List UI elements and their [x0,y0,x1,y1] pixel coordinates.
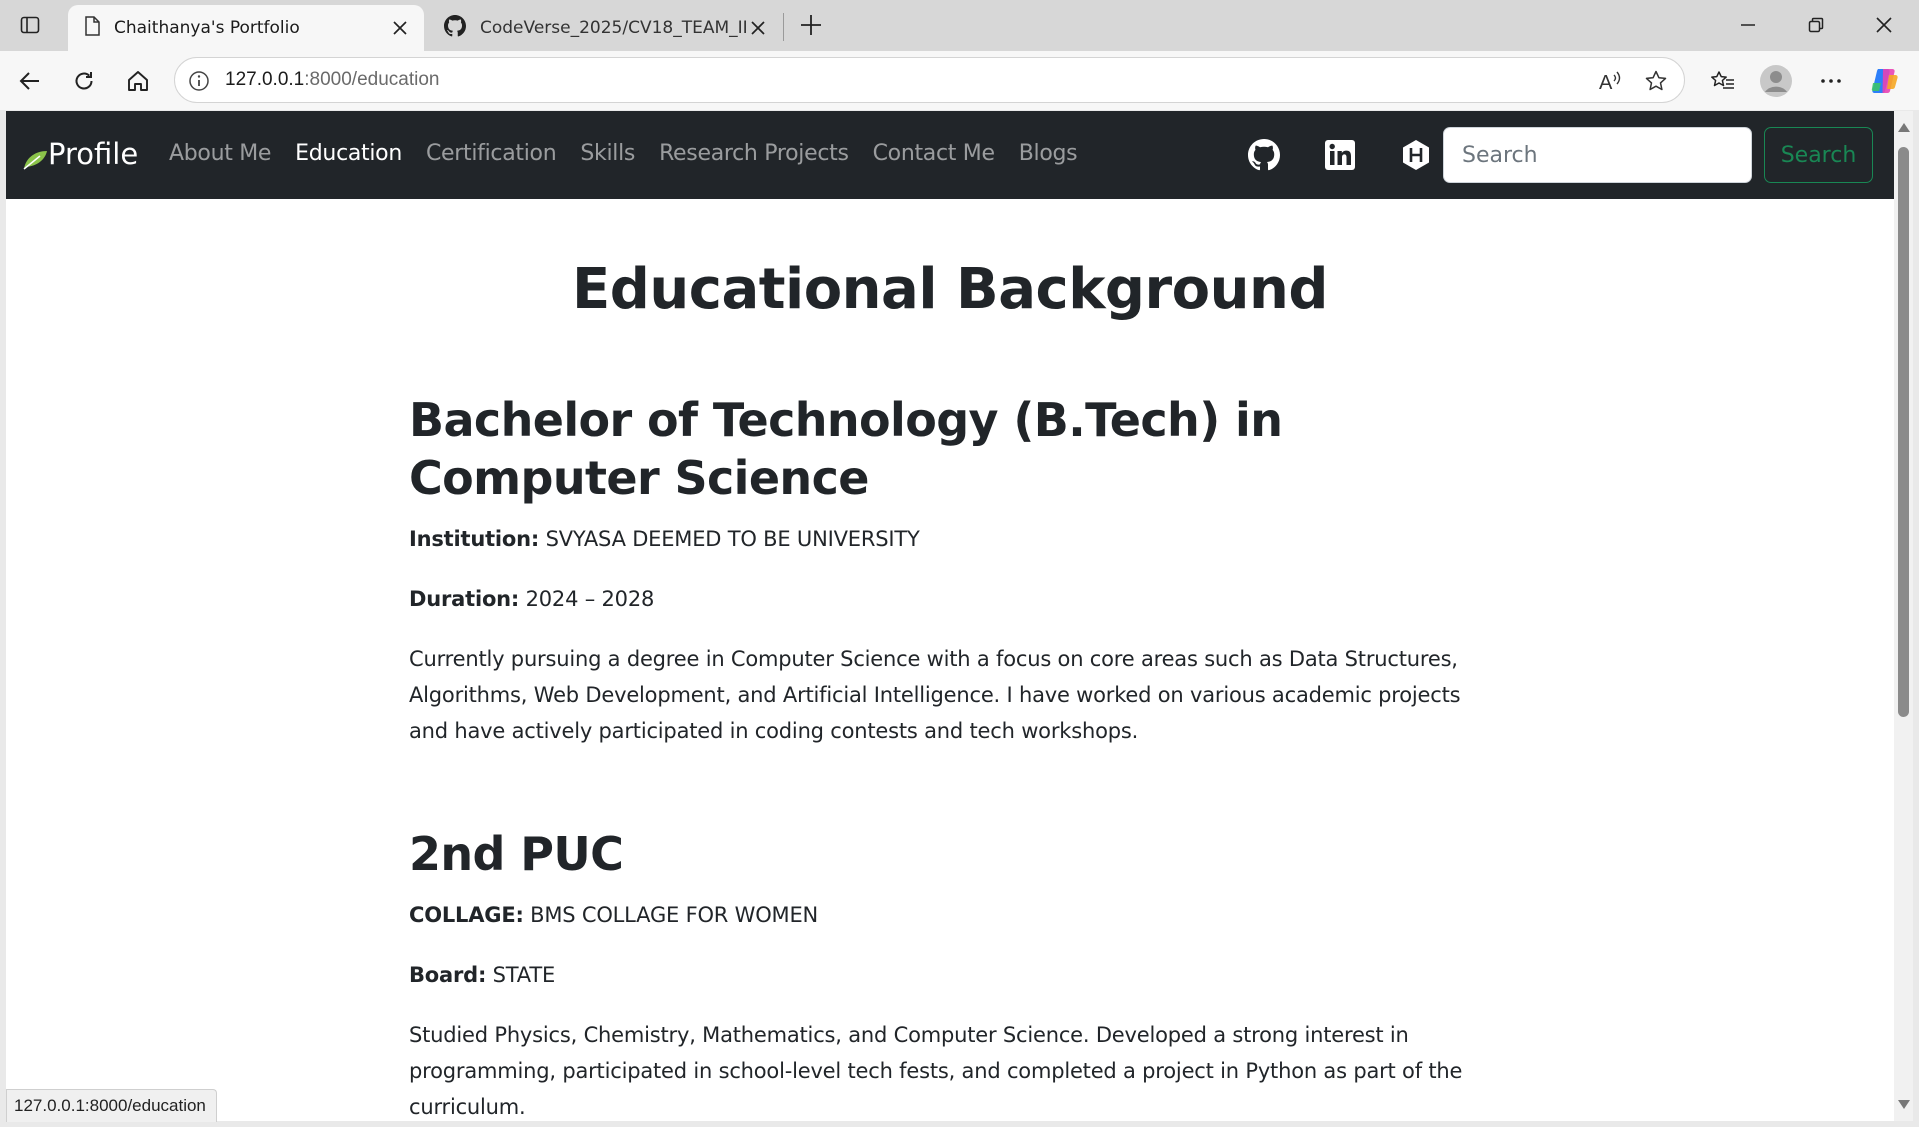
site-info-icon[interactable] [185,67,213,95]
page-icon [84,15,100,41]
education-entry-puc: 2nd PUC COLLAGE: BMS COLLAGE FOR WOMEN B… [409,825,1499,1121]
nav-research-projects[interactable]: Research Projects [659,141,849,166]
address-bar[interactable]: 127.0.0.1:8000/education A [174,57,1685,103]
education-field: Institution: SVYASA DEEMED TO BE UNIVERS… [409,521,1499,557]
brand-logo[interactable]: Profile [22,137,138,171]
url-path: :8000/education [304,69,440,90]
brand-text: Profile [48,137,139,171]
minimize-icon[interactable] [1716,0,1780,50]
svg-text:A: A [1599,72,1613,93]
education-heading: Bachelor of Technology (B.Tech) in Compu… [409,393,1283,505]
back-icon[interactable] [12,63,48,99]
education-field: Board: STATE [409,957,1499,993]
nav-blogs[interactable]: Blogs [1019,141,1078,166]
field-label: Duration: [409,587,520,611]
field-value: 2024 – 2028 [519,587,655,611]
site-navbar: Profile About Me Education Certification… [6,111,1894,199]
field-value: SVYASA DEEMED TO BE UNIVERSITY [539,527,920,551]
profile-avatar[interactable] [1758,63,1794,99]
page-title: Educational Background [572,257,1328,322]
read-aloud-icon[interactable]: A [1596,67,1626,95]
tab-portfolio[interactable]: Chaithanya's Portfolio [68,5,424,51]
field-label: Institution: [409,527,540,551]
address-url[interactable]: 127.0.0.1:8000/education [225,69,439,91]
education-description: Currently pursuing a degree in Computer … [409,647,1461,743]
scroll-up-icon[interactable] [1898,123,1910,132]
nav-certification[interactable]: Certification [426,141,557,166]
nav-skills[interactable]: Skills [580,141,635,166]
copilot-icon[interactable] [1867,63,1903,99]
tab-strip: Chaithanya's Portfolio CodeVerse_2025/CV… [0,0,1919,51]
nav-education[interactable]: Education [295,141,402,166]
close-icon[interactable] [388,16,412,40]
tab-title: Chaithanya's Portfolio [114,18,300,38]
nav-contact-me[interactable]: Contact Me [873,141,995,166]
github-icon[interactable] [1246,137,1282,173]
browser-toolbar: 127.0.0.1:8000/education A [0,51,1919,110]
new-tab-icon[interactable] [795,10,827,40]
education-heading: 2nd PUC [409,827,624,881]
field-label: COLLAGE: [409,903,524,927]
favorite-star-icon[interactable] [1641,67,1671,95]
scroll-down-icon[interactable] [1898,1100,1910,1109]
education-field: COLLAGE: BMS COLLAGE FOR WOMEN [409,897,1499,933]
favorites-icon[interactable] [1705,63,1741,99]
refresh-icon[interactable] [66,63,102,99]
page-scrollbar[interactable] [1894,111,1913,1121]
tab-codeverse[interactable]: CodeVerse_2025/CV18_TEAM_ID/ [428,5,782,51]
github-icon [444,14,466,42]
home-icon[interactable] [120,63,156,99]
search-button[interactable]: Search [1764,127,1873,183]
page-viewport: Profile About Me Education Certification… [6,111,1894,1121]
more-options-icon[interactable] [1813,63,1849,99]
close-window-icon[interactable] [1852,0,1916,50]
field-value: STATE [486,963,556,987]
scrollbar-thumb[interactable] [1898,147,1909,717]
linkedin-icon[interactable] [1322,137,1358,173]
field-value: BMS COLLAGE FOR WOMEN [523,903,819,927]
search-input[interactable] [1443,127,1752,183]
tab-divider [783,13,784,41]
education-entry-btech: Bachelor of Technology (B.Tech) in Compu… [409,391,1499,749]
status-url-bubble: 127.0.0.1:8000/education [6,1089,217,1122]
nav-about-me[interactable]: About Me [169,141,271,166]
url-host: 127.0.0.1 [225,69,305,90]
site-nav-links: About Me Education Certification Skills … [169,141,1101,166]
education-content: Bachelor of Technology (B.Tech) in Compu… [409,391,1499,1121]
education-field: Duration: 2024 – 2028 [409,581,1499,617]
tab-title: CodeVerse_2025/CV18_TEAM_ID/ [480,18,746,38]
hashnode-icon[interactable] [1398,137,1434,173]
close-icon[interactable] [746,16,770,40]
tab-actions-icon[interactable] [14,11,46,39]
field-label: Board: [409,963,487,987]
leaf-icon [23,151,47,170]
education-description: Studied Physics, Chemistry, Mathematics,… [409,1023,1463,1119]
restore-icon[interactable] [1784,0,1848,50]
